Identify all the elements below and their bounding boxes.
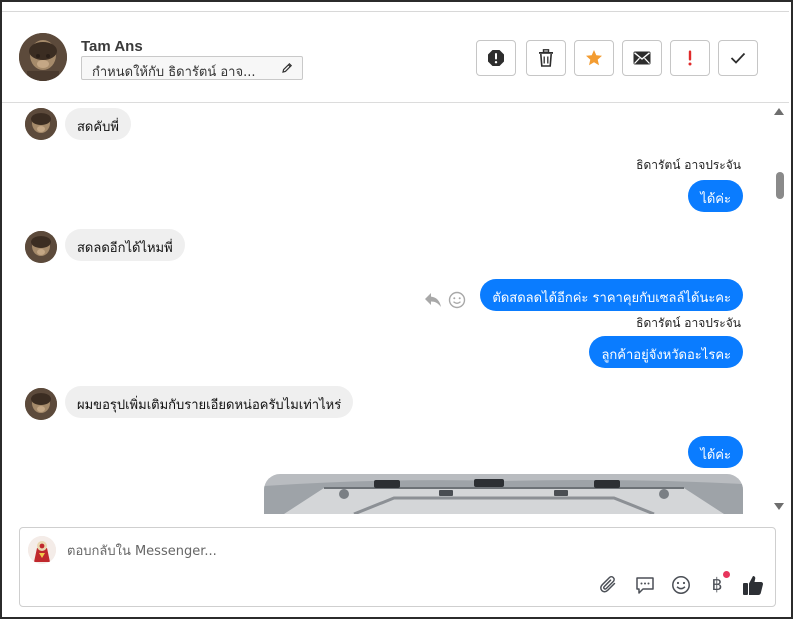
- reply-composer: ฿: [19, 527, 776, 607]
- speech-bubble-icon: [636, 577, 654, 594]
- pencil-icon: [282, 62, 293, 73]
- emoji-icon: [672, 576, 690, 594]
- trash-icon: [539, 49, 553, 67]
- outgoing-message[interactable]: ตัดสดลดได้อีกค่ะ ราคาคุยกับเซลล์ได้นะคะ: [480, 279, 743, 311]
- page-avatar: [28, 536, 56, 564]
- sender-name: ธิดารัตน์ อาจประจัน: [636, 316, 741, 330]
- thumbs-up-icon: [743, 576, 763, 595]
- scroll-down-arrow[interactable]: [774, 503, 784, 510]
- top-strip: [2, 2, 789, 12]
- incoming-message[interactable]: สดคับพี่: [65, 108, 131, 140]
- reply-icon[interactable]: [424, 292, 442, 308]
- alert-octagon-icon: [488, 50, 504, 66]
- saved-replies-button[interactable]: [634, 574, 656, 596]
- contact-avatar-small[interactable]: [25, 231, 57, 263]
- contact-avatar-small[interactable]: [25, 108, 57, 140]
- scroll-thumb[interactable]: [776, 172, 784, 199]
- incoming-message[interactable]: ผมขอรุปเพิ่มเติมกับรายเอียดหน่อครับไมเท่…: [65, 386, 354, 418]
- emoji-button[interactable]: [670, 574, 692, 596]
- sender-name: ธิดารัตน์ อาจประจัน: [636, 158, 741, 172]
- notification-dot: [723, 571, 730, 578]
- envelope-icon: [633, 51, 651, 65]
- react-emoji-icon[interactable]: [448, 291, 466, 309]
- scrollbar[interactable]: [772, 104, 788, 514]
- outgoing-message[interactable]: ลูกค้าอยู่จังหวัดอะไรคะ: [589, 336, 743, 368]
- image-attachment[interactable]: [264, 474, 743, 514]
- check-icon: [730, 52, 746, 64]
- baht-icon: ฿: [711, 575, 723, 595]
- exclamation-icon: [688, 50, 692, 66]
- assign-label: กำหนดให้กับ ธิดารัตน์ อาจ...: [92, 65, 256, 80]
- mark-unread-button[interactable]: [622, 40, 662, 76]
- delete-button[interactable]: [526, 40, 566, 76]
- follow-up-button[interactable]: [670, 40, 710, 76]
- contact-name: Tam Ans: [81, 38, 143, 55]
- paperclip-icon: [600, 576, 616, 593]
- contact-avatar-small[interactable]: [25, 388, 57, 420]
- star-icon: [586, 50, 602, 66]
- conversation-header: Tam Ans กำหนดให้กับ ธิดารัตน์ อาจ...: [2, 12, 789, 103]
- assign-dropdown[interactable]: กำหนดให้กับ ธิดารัตน์ อาจ...: [81, 56, 303, 80]
- star-button[interactable]: [574, 40, 614, 76]
- outgoing-message[interactable]: ได้ค่ะ: [688, 180, 743, 212]
- contact-avatar[interactable]: [19, 33, 67, 81]
- message-tools: [424, 290, 468, 310]
- outgoing-message[interactable]: ได้ค่ะ: [688, 436, 743, 468]
- reply-input[interactable]: [67, 541, 667, 561]
- incoming-message[interactable]: สดลดอีกได้ไหมพี่: [65, 229, 185, 261]
- mark-done-button[interactable]: [718, 40, 758, 76]
- attach-file-button[interactable]: [598, 574, 620, 596]
- mark-spam-button[interactable]: [476, 40, 516, 76]
- scroll-up-arrow[interactable]: [774, 108, 784, 115]
- like-button[interactable]: [742, 574, 764, 596]
